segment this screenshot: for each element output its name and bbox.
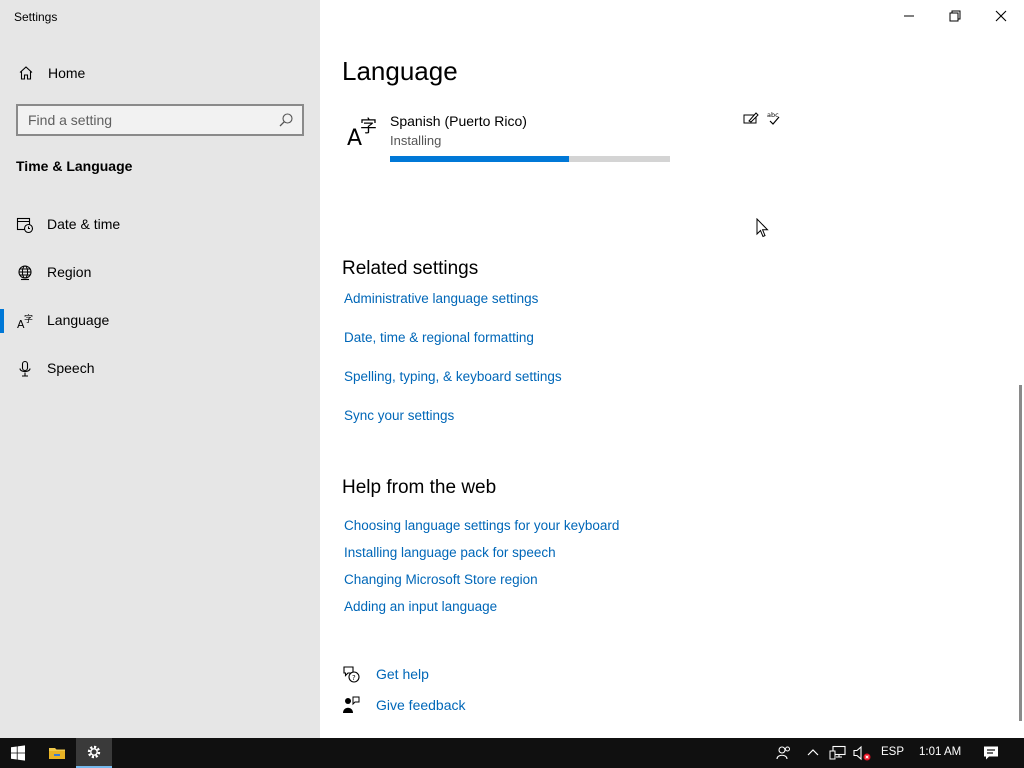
language-status: Installing — [390, 133, 442, 148]
input-language-indicator[interactable]: ESP — [881, 746, 904, 758]
install-progress-bar — [390, 156, 670, 162]
language-pack-icon: A 字 — [347, 117, 377, 148]
sidebar-item-region[interactable]: Region — [0, 253, 320, 293]
minimize-button[interactable] — [886, 0, 932, 32]
mouse-cursor-icon — [756, 218, 769, 238]
link-administrative-language-settings[interactable]: Administrative language settings — [344, 291, 538, 306]
give-feedback-link[interactable]: Give feedback — [376, 697, 466, 713]
search-icon[interactable] — [278, 112, 294, 128]
install-progress-fill — [390, 156, 570, 162]
taskbar: ESP 1:01 AM — [0, 738, 1024, 768]
folder-icon — [49, 748, 65, 759]
network-button[interactable] — [826, 738, 850, 768]
language-name[interactable]: Spanish (Puerto Rico) — [390, 113, 527, 129]
sidebar-item-date-time[interactable]: Date & time — [0, 205, 320, 245]
volume-muted-icon — [853, 745, 871, 761]
microphone-icon — [19, 360, 31, 377]
app-title: Settings — [14, 10, 58, 24]
nav-home[interactable]: Home — [0, 58, 320, 88]
people-icon — [776, 746, 790, 760]
restore-button[interactable] — [932, 0, 978, 32]
svg-text:?: ? — [352, 674, 356, 682]
link-installing-speech-pack[interactable]: Installing language pack for speech — [344, 545, 556, 560]
link-spelling-typing-keyboard-settings[interactable]: Spelling, typing, & keyboard settings — [344, 369, 562, 384]
action-center-button[interactable] — [976, 738, 1006, 768]
close-icon — [995, 10, 1007, 22]
sidebar-item-label: Date & time — [47, 216, 121, 232]
network-icon — [829, 745, 846, 760]
search-box — [16, 104, 304, 136]
chevron-up-icon — [807, 749, 819, 756]
settings-taskbar-button[interactable] — [76, 738, 112, 768]
selected-indicator — [0, 309, 4, 333]
link-sync-your-settings[interactable]: Sync your settings — [344, 408, 454, 423]
nav-home-label: Home — [48, 65, 86, 81]
globe-icon — [18, 265, 32, 281]
related-settings-heading: Related settings — [342, 258, 479, 279]
people-button[interactable] — [772, 738, 796, 768]
calendar-clock-icon — [16, 217, 34, 234]
link-changing-store-region[interactable]: Changing Microsoft Store region — [344, 572, 538, 587]
restore-icon — [949, 10, 961, 22]
volume-button[interactable] — [850, 738, 874, 768]
sidebar-item-label: Region — [47, 264, 92, 280]
sidebar-item-label: Speech — [47, 360, 95, 376]
svg-text:abc: abc — [767, 111, 779, 119]
sidebar-item-speech[interactable]: Speech — [0, 349, 320, 389]
get-help-row[interactable]: ? Get help — [342, 663, 542, 687]
clock[interactable]: 1:01 AM — [919, 746, 961, 758]
minimize-icon — [904, 15, 914, 17]
link-date-time-regional-formatting[interactable]: Date, time & regional formatting — [344, 330, 534, 345]
link-choosing-keyboard-language[interactable]: Choosing language settings for your keyb… — [344, 518, 619, 533]
language-icon: A 字 — [17, 313, 33, 330]
svg-text:字: 字 — [360, 117, 377, 137]
get-help-link[interactable]: Get help — [376, 666, 429, 682]
help-from-web-heading: Help from the web — [342, 477, 497, 498]
file-explorer-button[interactable] — [38, 738, 76, 768]
gear-icon — [87, 745, 101, 759]
show-hidden-icons-button[interactable] — [804, 738, 822, 768]
page-title: Language — [342, 56, 458, 86]
windows-logo-icon — [11, 745, 25, 761]
get-help-icon: ? — [343, 666, 360, 683]
sidebar-item-label: Language — [47, 312, 110, 328]
sidebar-item-language[interactable]: A 字 Language — [0, 301, 320, 341]
main-pane: Language A 字 Spanish (Puerto Rico) Insta… — [320, 0, 1024, 738]
close-button[interactable] — [978, 0, 1024, 32]
scrollbar-thumb[interactable] — [1019, 385, 1022, 721]
svg-text:字: 字 — [24, 313, 33, 325]
handwriting-icon — [743, 112, 759, 124]
section-title: Time & Language — [16, 158, 133, 174]
notification-icon — [984, 746, 998, 760]
feedback-icon — [343, 696, 360, 713]
start-button[interactable] — [0, 738, 36, 768]
give-feedback-row[interactable]: Give feedback — [342, 694, 542, 718]
search-input[interactable] — [18, 106, 272, 134]
home-icon — [19, 66, 33, 80]
link-adding-input-language[interactable]: Adding an input language — [344, 599, 497, 614]
spellcheck-icon: abc — [767, 111, 780, 125]
sidebar: Settings Home Time & Language Date & tim… — [0, 0, 320, 738]
